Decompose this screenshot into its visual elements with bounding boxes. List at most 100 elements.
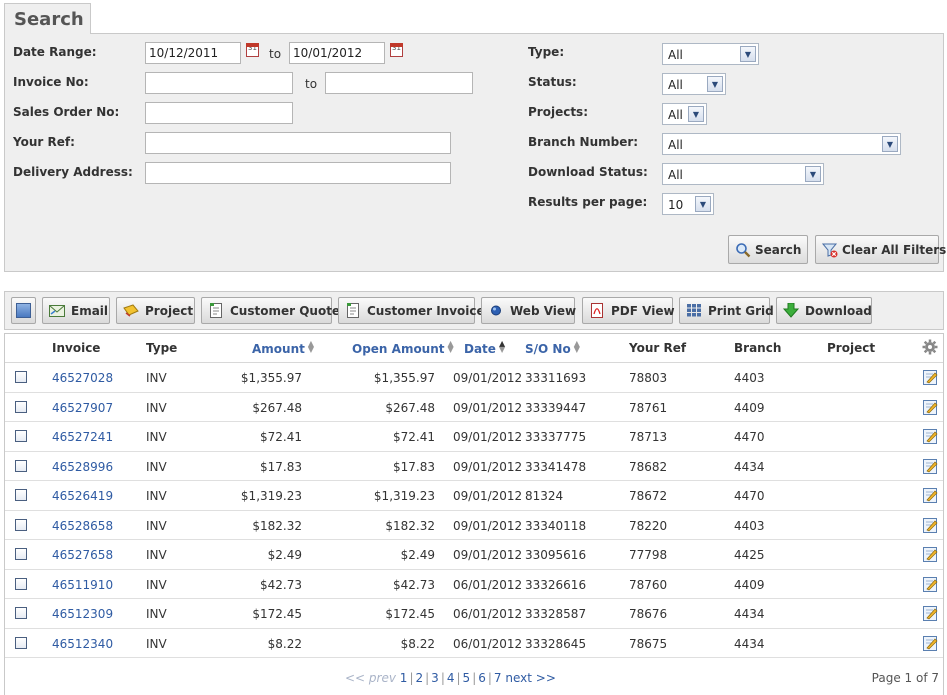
chevron-down-icon[interactable]: ▼ [882,136,898,152]
row-checkbox[interactable] [15,577,27,590]
edit-icon[interactable] [923,369,938,385]
page-links: 1 | 2 | 3 | 4 | 5 | 6 | 7 [400,671,502,685]
edit-icon[interactable] [923,605,938,621]
page-separator: | [472,671,477,685]
download-status-select[interactable]: All ▼ [662,163,824,185]
page-link-3[interactable]: 3 [431,671,439,685]
chevron-down-icon[interactable]: ▼ [740,46,756,62]
branch-cell: 4434 [734,459,765,474]
edit-icon[interactable] [923,635,938,651]
edit-icon[interactable] [923,517,938,533]
sales-order-input[interactable] [145,102,293,124]
row-checkbox[interactable] [15,518,27,531]
projects-select-value: All [668,108,683,122]
table-row: 46511910 INV $42.73 $42.73 06/01/2012 33… [5,570,943,599]
edit-icon[interactable] [923,399,938,415]
type-cell: INV [146,577,167,592]
results-per-page-select[interactable]: 10 ▼ [662,193,714,215]
download-button[interactable]: Download [776,297,872,324]
calendar-to-icon[interactable]: 31 [390,43,403,57]
row-checkbox[interactable] [15,489,27,501]
customer-quote-button[interactable]: Customer Quote [201,297,340,324]
your-ref-input[interactable] [145,132,451,154]
select-all-button[interactable] [11,297,36,324]
chevron-down-icon[interactable]: ▼ [707,76,723,92]
download-status-label: Download Status: [528,165,648,179]
status-select[interactable]: All ▼ [662,73,726,95]
page-link-5[interactable]: 5 [463,671,471,685]
row-checkbox[interactable] [15,607,27,619]
your-ref-cell: 78220 [629,518,668,533]
amount-cell: $182.32 [252,518,302,533]
invoice-link[interactable]: 46527658 [52,548,113,562]
row-checkbox[interactable] [15,430,27,442]
invoice-link[interactable]: 46527241 [52,430,113,444]
invoice-link[interactable]: 46511910 [52,578,113,592]
project-button[interactable]: Project [116,297,195,324]
branch-number-select[interactable]: All ▼ [662,133,901,155]
invoice-link[interactable]: 46527028 [52,371,113,385]
page-link-7[interactable]: 7 [494,671,502,685]
edit-icon[interactable] [923,487,938,503]
amount-cell: $17.83 [260,459,302,474]
print-grid-button[interactable]: Print Grid [679,297,774,324]
date-from-input[interactable]: 10/12/2011 [145,42,241,64]
email-button[interactable]: Email [42,297,110,324]
edit-icon[interactable] [923,546,938,562]
table-row: 46527907 INV $267.48 $267.48 09/01/2012 … [5,393,943,422]
invoice-from-input[interactable] [145,72,293,94]
search-button[interactable]: Search [728,235,808,264]
customer-quote-label: Customer Quote [230,304,341,318]
edit-icon[interactable] [923,576,938,592]
amount-cell: $72.41 [260,430,302,444]
col-open-amount-header[interactable]: Open Amount ▲ ▼ [352,340,454,357]
row-checkbox[interactable] [15,371,27,383]
type-select-value: All [668,48,683,62]
date-to-input[interactable]: 10/01/2012 [289,42,385,64]
invoice-link[interactable]: 46527907 [52,401,113,415]
page-link-1[interactable]: 1 [400,671,408,685]
your-ref-cell: 78803 [629,371,668,385]
edit-icon[interactable] [923,458,938,474]
invoice-link[interactable]: 46528996 [52,460,113,474]
chevron-down-icon[interactable]: ▼ [688,106,704,122]
chevron-down-icon[interactable]: ▼ [695,196,711,212]
branch-cell: 4434 [734,607,765,621]
col-amount-header[interactable]: Amount ▲ ▼ [252,340,314,357]
open-amount-cell: $1,319.23 [373,489,435,503]
calendar-from-icon[interactable]: 31 [246,43,259,57]
branch-cell: 4434 [734,636,765,651]
row-checkbox[interactable] [15,459,27,472]
page-link-6[interactable]: 6 [478,671,486,685]
invoice-link[interactable]: 46512309 [52,607,113,621]
row-checkbox[interactable] [15,400,27,413]
chevron-down-icon[interactable]: ▼ [805,166,821,182]
invoice-no-label: Invoice No: [13,75,89,89]
type-select[interactable]: All ▼ [662,43,759,65]
invoice-link[interactable]: 46512340 [52,637,113,651]
your-ref-cell: 77798 [629,548,668,562]
row-checkbox[interactable] [15,548,27,560]
invoice-to-input[interactable] [325,72,473,94]
invoice-link[interactable]: 46526419 [52,489,113,503]
projects-select[interactable]: All ▼ [662,103,707,125]
clear-button-label: Clear All Filters [842,243,947,257]
web-view-button[interactable]: Web View [481,297,576,324]
amount-cell: $1,355.97 [240,371,302,385]
filter-clear-icon [821,242,838,258]
next-link[interactable]: next >> [505,671,556,685]
date-cell: 09/01/2012 [453,400,523,415]
edit-icon[interactable] [923,428,938,444]
col-so-no-header[interactable]: S/O No ▲ ▼ [525,340,580,357]
type-cell: INV [146,371,167,385]
invoice-link[interactable]: 46528658 [52,519,113,533]
pdf-view-button[interactable]: PDF View [582,297,675,324]
page-link-2[interactable]: 2 [415,671,423,685]
clear-all-filters-button[interactable]: Clear All Filters [815,235,946,264]
delivery-address-input[interactable] [145,162,451,184]
column-settings-gear-icon[interactable] [922,339,938,358]
customer-invoice-button[interactable]: Customer Invoice [338,297,485,324]
col-date-header[interactable]: Date ▲ ▼ [464,340,505,357]
row-checkbox[interactable] [15,636,27,649]
page-link-4[interactable]: 4 [447,671,455,685]
